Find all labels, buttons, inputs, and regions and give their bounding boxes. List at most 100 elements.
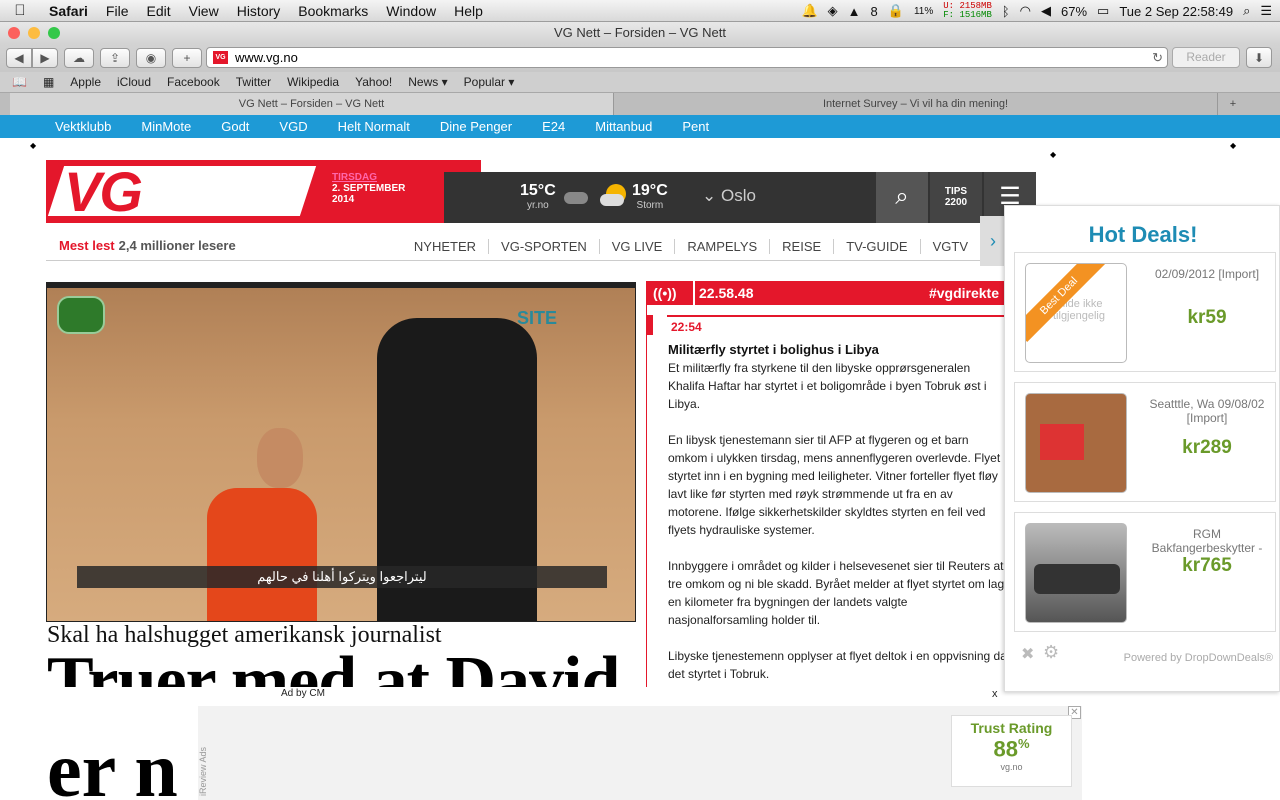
live-hashtag[interactable]: #vgdirekte (929, 281, 999, 305)
bookmark-apple[interactable]: Apple (70, 75, 101, 89)
entry-title[interactable]: Militærfly styrtet i bolighus i Libya (668, 342, 879, 357)
top-sites-button[interactable]: ◉ (136, 48, 166, 68)
trust-title: Trust Rating (970, 720, 1053, 736)
add-tab-icon[interactable]: + (1218, 93, 1248, 116)
top-sites-grid-icon[interactable]: ▦ (43, 75, 54, 89)
powered-by[interactable]: Powered by DropDownDeals® (1124, 652, 1273, 664)
city-selector[interactable]: ⌄ Oslo (702, 186, 756, 206)
apple-icon[interactable]:  (0, 2, 40, 19)
tab-vg[interactable]: VG Nett – Forsiden – VG Nett (10, 93, 614, 116)
forward-button[interactable]: ▶ (32, 48, 58, 68)
minimize-window-button[interactable] (28, 27, 40, 39)
cloud-icon (600, 194, 624, 206)
partner-link-dine-penger[interactable]: Dine Penger (440, 119, 512, 134)
tips-button[interactable]: TIPS 2200 (930, 172, 982, 223)
story-headline[interactable]: Truer med at David (47, 647, 637, 687)
deal-card[interactable]: Seatttle, Wa 09/08/02 [Import] kr289 (1014, 382, 1276, 502)
search-icon[interactable]: ⌕ (876, 172, 928, 223)
menu-window[interactable]: Window (377, 0, 445, 22)
partner-link-helt-normalt[interactable]: Helt Normalt (338, 119, 410, 134)
partner-link-e24[interactable]: E24 (542, 119, 565, 134)
ad-close-button[interactable]: x (992, 688, 998, 700)
cpu-readout: 11% (913, 5, 934, 17)
menu-help[interactable]: Help (445, 0, 492, 22)
menu-bookmarks[interactable]: Bookmarks (289, 0, 377, 22)
battery-percent[interactable]: 67% (1061, 4, 1087, 19)
ad-side-text: iReview Ads (198, 746, 208, 796)
partner-link-vgd[interactable]: VGD (279, 119, 307, 134)
section-rampelys[interactable]: RAMPELYS (674, 238, 769, 254)
bookmark-wikipedia[interactable]: Wikipedia (287, 75, 339, 89)
share-button[interactable]: ⇪ (100, 48, 130, 68)
menu-view[interactable]: View (180, 0, 228, 22)
volume-icon[interactable]: ◀ (1041, 3, 1051, 19)
deal-price[interactable]: kr289 (1141, 437, 1273, 459)
story-headline-line2[interactable]: er n (47, 735, 178, 800)
partner-link-vektklubb[interactable]: Vektklubb (55, 119, 111, 134)
bookmark-facebook[interactable]: Facebook (167, 75, 220, 89)
list-icon[interactable]: ☰ (1260, 3, 1272, 19)
trust-rating-widget[interactable]: Trust Rating 88% vg.no (951, 715, 1072, 787)
bluetooth-icon[interactable]: ᛒ (1002, 4, 1010, 19)
menu-clock[interactable]: Tue 2 Sep 22:58:49 (1119, 4, 1233, 19)
battery-icon[interactable]: ▭ (1097, 3, 1109, 19)
reading-list-icon[interactable]: 📖 (12, 75, 27, 89)
menu-app[interactable]: Safari (40, 0, 97, 22)
main-story-image[interactable]: SITE ليتراجعوا ويتركوا أهلنا في حالهم (46, 282, 636, 622)
url-text[interactable]: www.vg.no (235, 50, 298, 65)
section-reise[interactable]: REISE (769, 238, 833, 254)
notification-icon[interactable]: 🔔 (801, 3, 817, 19)
deal-thumbnail[interactable] (1025, 523, 1127, 623)
close-window-button[interactable] (8, 27, 20, 39)
wifi-icon[interactable]: ◠ (1020, 3, 1031, 19)
lock-icon[interactable]: 🔒 (888, 3, 904, 19)
partner-nav: Vektklubb MinMote Godt VGD Helt Normalt … (0, 115, 1280, 138)
dropbox-icon[interactable]: ◈ (828, 3, 838, 19)
bookmark-icloud[interactable]: iCloud (117, 75, 151, 89)
back-button[interactable]: ◀ (6, 48, 32, 68)
reload-icon[interactable]: ↻ (1152, 48, 1163, 67)
partner-link-mittanbud[interactable]: Mittanbud (595, 119, 652, 134)
deal-card[interactable]: RGM Bakfangerbeskytter - ABS kr765 (1014, 512, 1276, 632)
menu-edit[interactable]: Edit (137, 0, 179, 22)
menu-file[interactable]: File (97, 0, 138, 22)
mest-lest-link[interactable]: Mest lest (59, 238, 115, 253)
vg-logo[interactable]: VG (46, 160, 326, 223)
bottom-ad[interactable]: iReview Ads ✕ (198, 706, 1082, 800)
partner-link-pent[interactable]: Pent (682, 119, 709, 134)
downloads-button[interactable]: ⬇ (1246, 47, 1272, 68)
bookmark-yahoo[interactable]: Yahoo! (355, 75, 392, 89)
section-nyheter[interactable]: NYHETER (402, 239, 488, 254)
zoom-window-button[interactable] (48, 27, 60, 39)
spotlight-icon[interactable]: ⌕ (1243, 3, 1250, 19)
adobe-icon[interactable]: ▲ (848, 4, 861, 19)
tab-survey[interactable]: Internet Survey – Vi vil ha din mening! (614, 93, 1218, 116)
section-vg-live[interactable]: VG LIVE (598, 238, 675, 254)
bookmark-news[interactable]: News ▾ (408, 75, 447, 89)
new-tab-button[interactable]: + (172, 48, 202, 68)
deal-price[interactable]: kr765 (1141, 555, 1273, 577)
section-vg-sporten[interactable]: VG-SPORTEN (488, 238, 599, 254)
weather-storm[interactable]: 19°C Storm (632, 182, 668, 211)
gear-icon[interactable]: ⚙ (1043, 642, 1059, 663)
weather-yr[interactable]: 15°C yr.no (520, 182, 556, 211)
tips-number: 2200 (944, 197, 968, 208)
nav-next-arrow-icon[interactable]: › (980, 216, 1006, 266)
reader-button[interactable]: Reader (1172, 47, 1240, 68)
address-bar[interactable]: VG www.vg.no ↻ (206, 47, 1168, 68)
deal-card[interactable]: Bilde ikke tilgjengelig Best Deal 02/09/… (1014, 252, 1276, 372)
bookmark-popular[interactable]: Popular ▾ (464, 75, 515, 89)
menu-history[interactable]: History (228, 0, 290, 22)
partner-link-minmote[interactable]: MinMote (141, 119, 191, 134)
section-tv-guide[interactable]: TV-GUIDE (833, 238, 919, 254)
section-vgtv[interactable]: VGTV (919, 238, 980, 254)
close-icon[interactable]: ✖ (1021, 644, 1034, 664)
deal-thumbnail[interactable]: Bilde ikke tilgjengelig Best Deal (1025, 263, 1127, 363)
deal-thumbnail[interactable] (1025, 393, 1127, 493)
deal-price[interactable]: kr59 (1141, 307, 1273, 329)
figure-orange (207, 488, 317, 621)
story-subhead[interactable]: Skal ha halshugget amerikansk journalist (47, 622, 442, 649)
partner-link-godt[interactable]: Godt (221, 119, 249, 134)
icloud-tabs-button[interactable]: ☁ (64, 48, 94, 68)
bookmark-twitter[interactable]: Twitter (236, 75, 271, 89)
